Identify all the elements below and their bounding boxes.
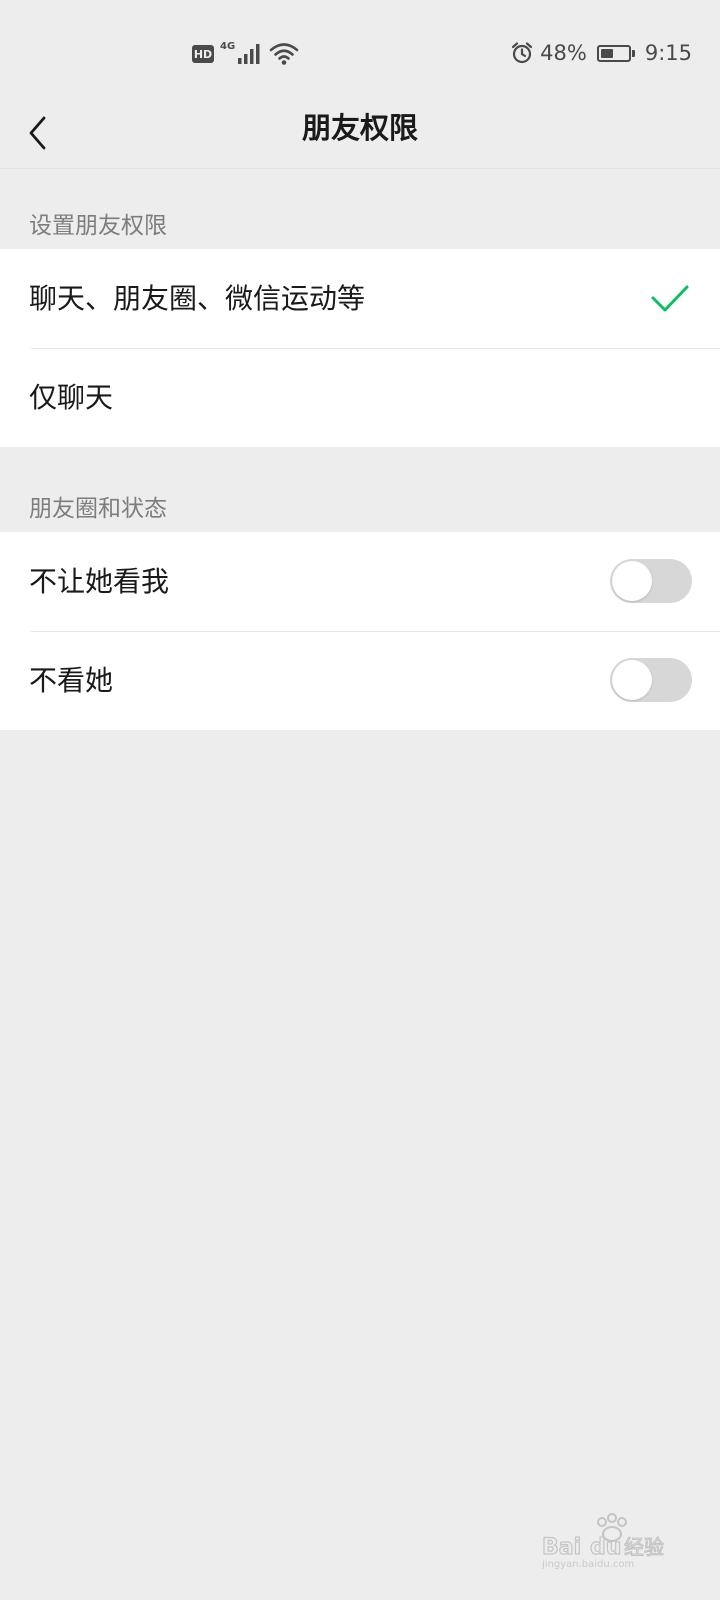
- svg-text:du: du: [590, 1535, 621, 1560]
- moments-toggles-group: 不让她看我 不看她: [0, 532, 720, 730]
- toggle-label: 不让她看我: [29, 565, 170, 598]
- baidu-jingyan-watermark: Bai du 经验 jingyan.baidu.com: [541, 1513, 665, 1570]
- status-right: 48% 9:15: [510, 38, 692, 68]
- toggle-label: 不看她: [29, 664, 114, 697]
- svg-text:Bai: Bai: [542, 1535, 581, 1560]
- toggle-knob: [612, 561, 652, 601]
- permission-options-group: 聊天、朋友圈、微信运动等 仅聊天: [0, 249, 720, 447]
- toggle-row-hide-my-posts: 不让她看我: [0, 532, 720, 631]
- page-title: 朋友权限: [301, 111, 418, 145]
- status-left: HD 4G: [192, 40, 299, 68]
- battery-icon: [596, 44, 635, 62]
- battery-percent: 48%: [540, 41, 587, 65]
- status-bar: HD 4G 48% 9:15: [0, 0, 720, 100]
- signal-icon: [238, 44, 260, 64]
- option-label: 聊天、朋友圈、微信运动等: [29, 282, 366, 315]
- alarm-icon: [512, 42, 533, 64]
- battery-fill: [600, 48, 614, 58]
- checkmark-icon: [651, 285, 689, 312]
- wifi-icon: [269, 43, 299, 65]
- hide-her-posts-toggle[interactable]: [610, 658, 692, 702]
- svg-text:jingyan.baidu.com: jingyan.baidu.com: [541, 1559, 634, 1570]
- svg-text:经验: 经验: [624, 1535, 664, 1559]
- hd-badge: HD: [192, 45, 214, 63]
- nav-bar: 朋友权限: [0, 100, 720, 169]
- network-type-label: 4G: [220, 40, 236, 52]
- option-chat-moments-sports[interactable]: 聊天、朋友圈、微信运动等: [0, 249, 720, 348]
- section-label-permissions: 设置朋友权限: [29, 213, 167, 239]
- toggle-knob: [612, 660, 652, 700]
- toggle-row-hide-her-posts: 不看她: [0, 631, 720, 730]
- hide-my-posts-toggle[interactable]: [610, 559, 692, 603]
- status-time: 9:15: [644, 41, 692, 65]
- option-label: 仅聊天: [29, 381, 114, 414]
- option-chat-only[interactable]: 仅聊天: [0, 348, 720, 447]
- section-label-moments: 朋友圈和状态: [29, 496, 167, 522]
